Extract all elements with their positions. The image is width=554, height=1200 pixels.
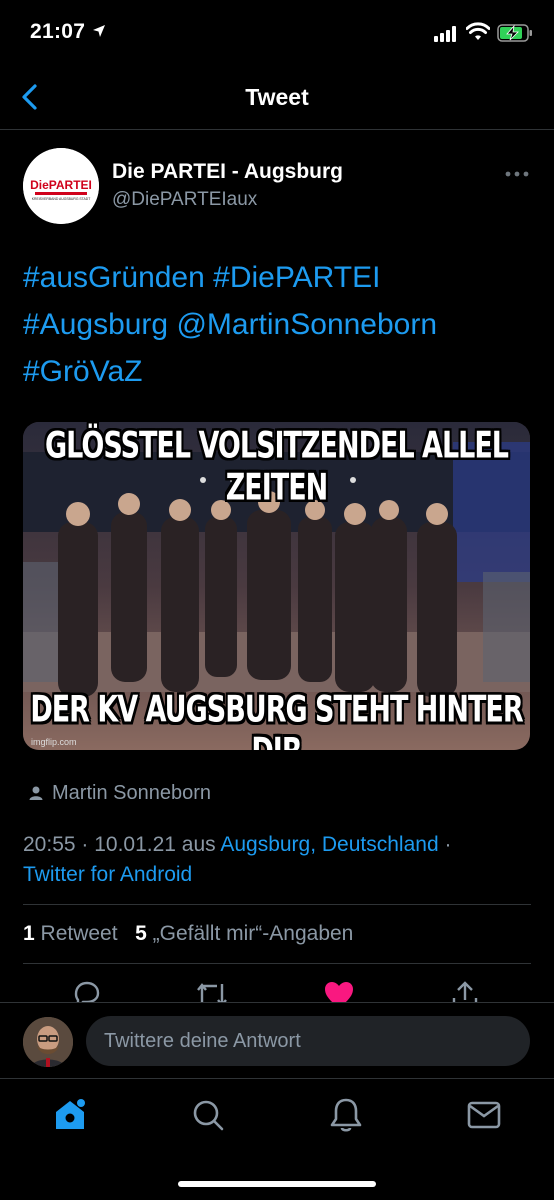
- mail-icon[interactable]: [464, 1095, 504, 1135]
- tweet-text: #ausGründen #DiePARTEI #Augsburg @Martin…: [23, 254, 533, 395]
- home-indicator: [178, 1181, 376, 1187]
- page-title: Tweet: [245, 84, 309, 110]
- battery-charging-icon: [497, 24, 532, 42]
- tweet-location-link[interactable]: Augsburg, Deutschland: [220, 833, 438, 856]
- likes-stat[interactable]: 5 „Gefällt mir“-Angaben: [135, 922, 353, 945]
- tweet-datetime: 20:55 · 10.01.21 aus: [23, 833, 221, 856]
- reply-bar: [0, 1002, 554, 1078]
- likes-label: „Gefällt mir“-Angaben: [152, 922, 354, 945]
- logo-subtitle: KREISVERBAND AUGSBURG STADT: [32, 197, 91, 201]
- divider: [23, 904, 531, 905]
- author-handle[interactable]: @DiePARTEIaux: [112, 189, 257, 211]
- meme-top-caption: GLÖSSTEL VOLSITZENDEL ALLEL ZEITEN: [44, 425, 509, 509]
- tweet-actions: [0, 968, 554, 1002]
- retweets-stat[interactable]: 1 Retweet: [23, 922, 118, 945]
- tweet-stats: 1 Retweet 5 „Gefällt mir“-Angaben: [23, 922, 353, 946]
- home-icon[interactable]: [50, 1095, 90, 1135]
- reply-input[interactable]: [86, 1016, 530, 1066]
- author-name[interactable]: Die PARTEI - Augsburg: [112, 160, 343, 184]
- tagged-user-name: Martin Sonneborn: [52, 782, 211, 804]
- divider: [23, 963, 531, 964]
- author-avatar[interactable]: DiePARTEI KREISVERBAND AUGSBURG STADT: [23, 148, 99, 224]
- tweet-image[interactable]: GLÖSSTEL VOLSITZENDEL ALLEL ZEITEN DER K…: [23, 422, 530, 750]
- tweet-line[interactable]: #ausGründen #DiePARTEI: [23, 254, 533, 301]
- current-user-avatar[interactable]: [23, 1017, 73, 1067]
- status-time: 21:07: [30, 20, 86, 43]
- meme-bottom-caption: DER KV AUGSBURG STEHT HINTER DIR: [30, 689, 523, 750]
- tweet-line[interactable]: #Augsburg @MartinSonneborn: [23, 301, 533, 348]
- tweet-line[interactable]: #GröVaZ: [23, 348, 533, 395]
- search-icon[interactable]: [188, 1095, 228, 1135]
- retweet-icon[interactable]: [195, 980, 229, 1002]
- retweets-label: Retweet: [40, 922, 118, 945]
- bell-icon[interactable]: [326, 1095, 366, 1135]
- tagged-user[interactable]: Martin Sonneborn: [28, 782, 211, 805]
- location-arrow-icon: [93, 25, 105, 37]
- reply-icon[interactable]: [72, 980, 102, 1002]
- retweets-count: 1: [23, 922, 35, 945]
- meta-separator: ·: [438, 833, 452, 856]
- like-heart-icon[interactable]: [323, 980, 355, 1002]
- image-watermark: imgflip.com: [31, 737, 77, 747]
- tweet-meta: 20:55 · 10.01.21 aus Augsburg, Deutschla…: [23, 830, 533, 890]
- likes-count: 5: [135, 922, 147, 945]
- tweet-client-link[interactable]: Twitter for Android: [23, 863, 192, 886]
- person-icon: [29, 786, 43, 800]
- logo-wordmark: DiePARTEI: [30, 178, 92, 192]
- wifi-icon: [466, 22, 490, 40]
- share-icon[interactable]: [450, 980, 480, 1002]
- nav-bar: Tweet: [0, 70, 554, 130]
- cellular-signal-icon: [434, 26, 456, 42]
- more-options-icon[interactable]: [504, 170, 530, 178]
- status-bar: 21:07: [0, 0, 554, 70]
